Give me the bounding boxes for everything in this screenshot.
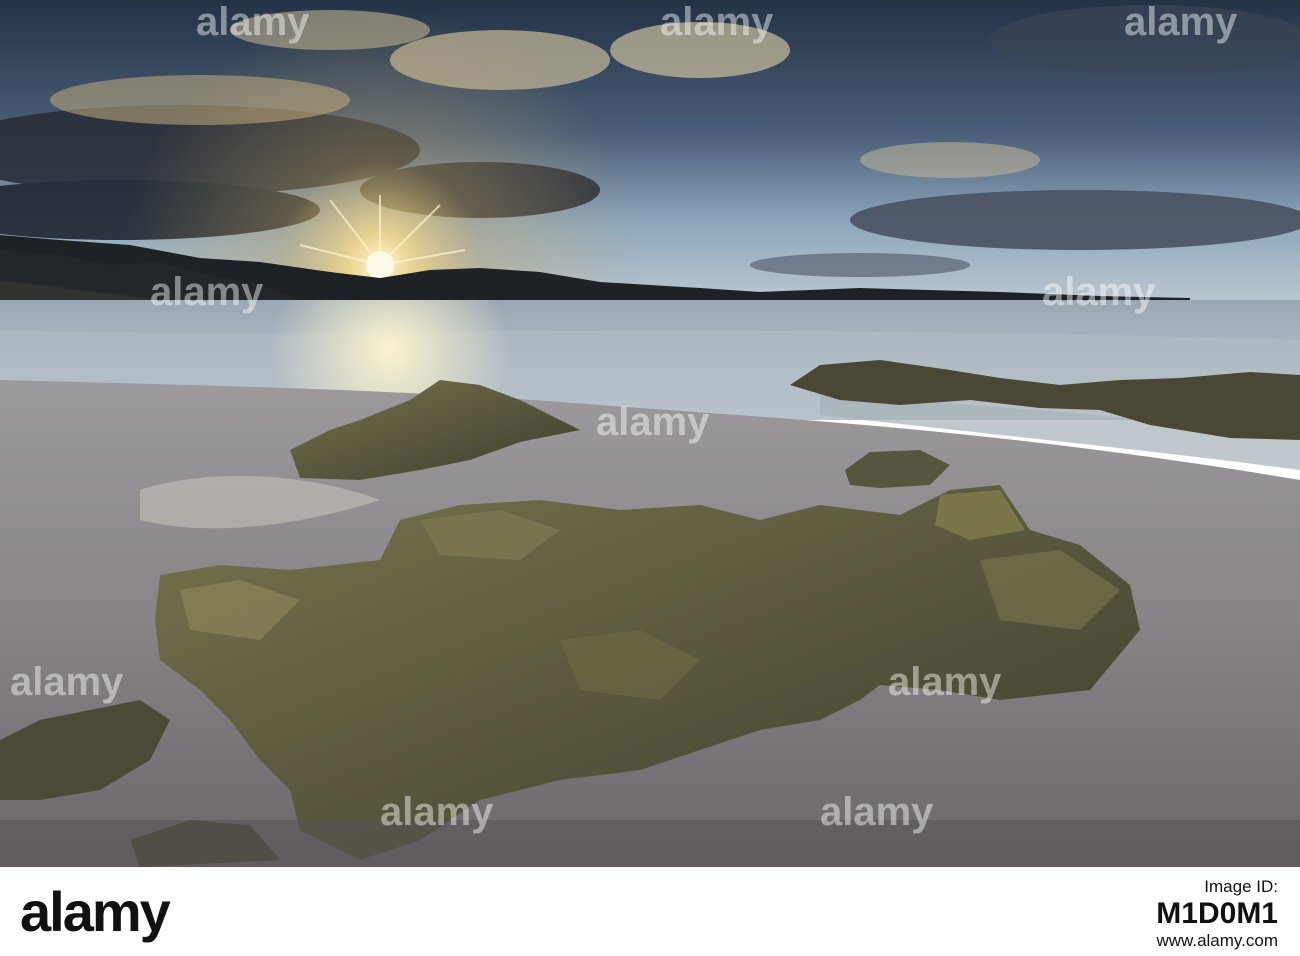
image-id: M1D0M1: [1156, 897, 1278, 930]
beach-sunset-photo: alamy alamy alamy alamy alamy alamy alam…: [0, 0, 1300, 867]
footer-bar: alamy Image ID: M1D0M1 www.alamy.com: [0, 867, 1300, 956]
brand-logo: alamy: [20, 880, 171, 943]
photo-scene: [0, 0, 1300, 867]
site-url: www.alamy.com: [1156, 931, 1278, 950]
sun: [366, 251, 394, 279]
image-meta: Image ID: M1D0M1 www.alamy.com: [1156, 877, 1278, 951]
image-id-label: Image ID:: [1204, 877, 1278, 896]
